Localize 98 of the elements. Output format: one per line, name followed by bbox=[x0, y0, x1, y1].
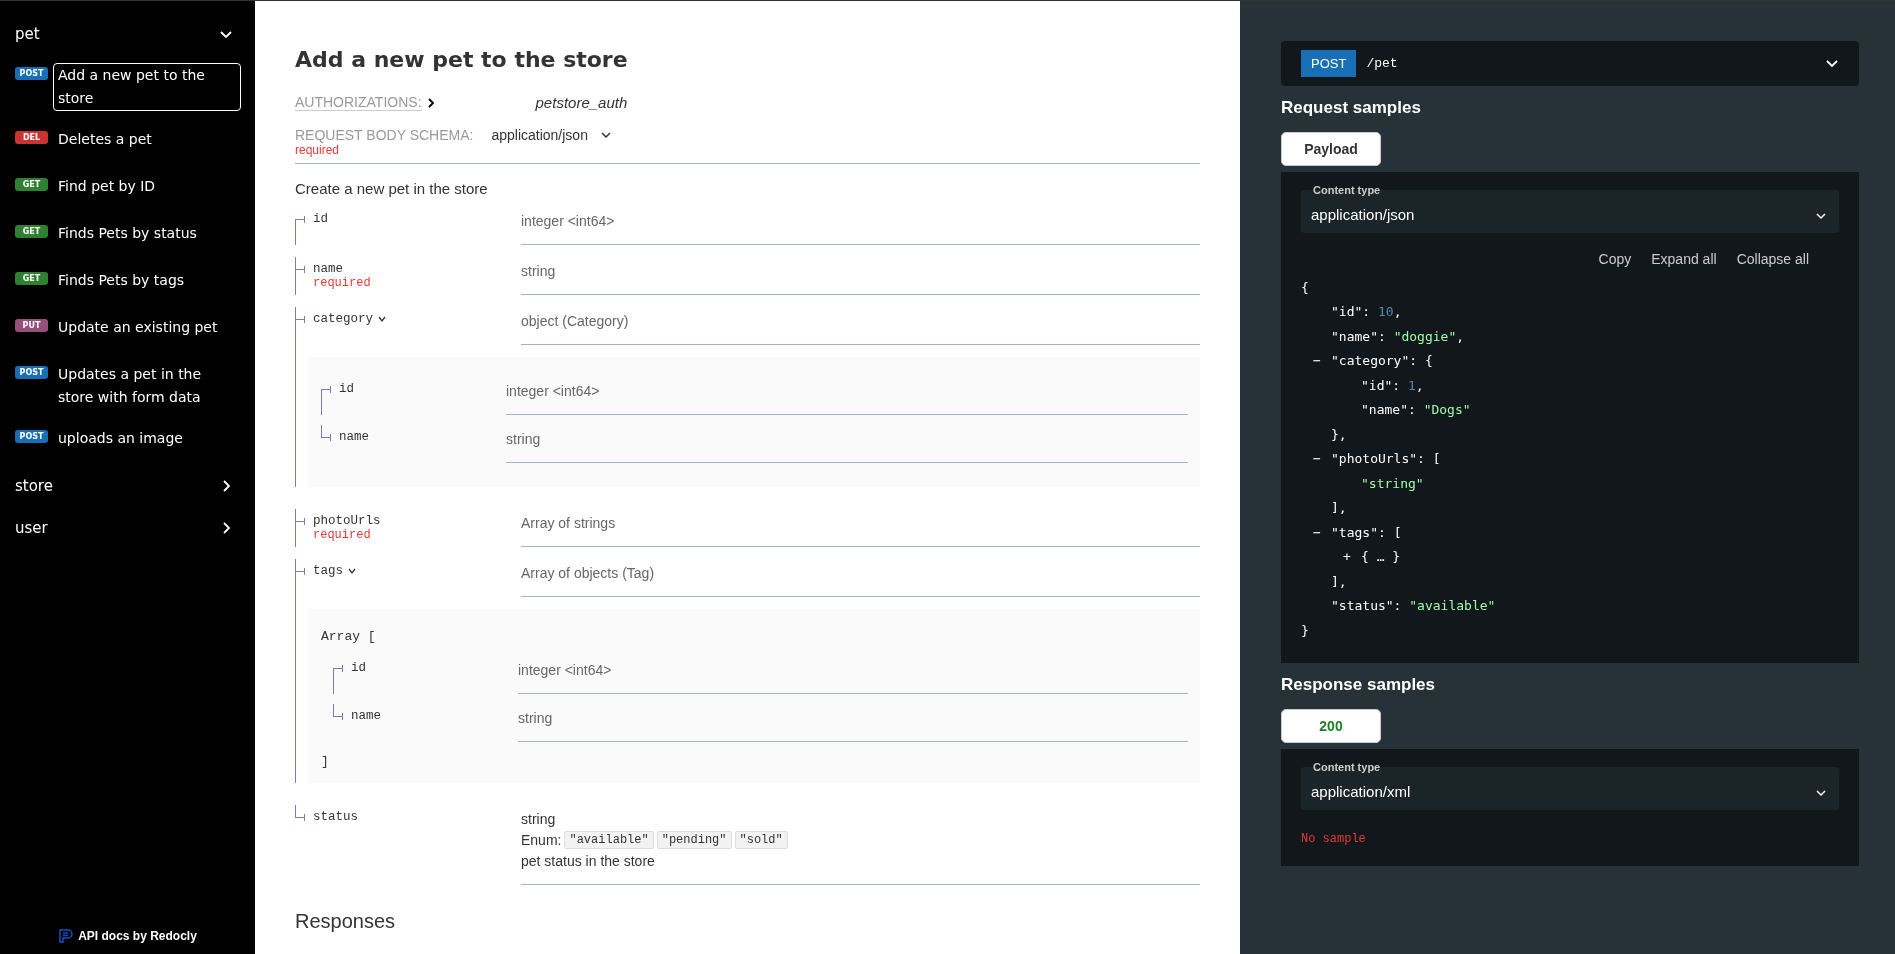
property-description: pet status in the store bbox=[521, 853, 656, 869]
collapse-toggle[interactable]: + bbox=[1343, 549, 1361, 565]
method-badge: POST bbox=[15, 67, 48, 80]
required-label: required bbox=[313, 276, 372, 290]
section-heading: Response samples bbox=[1281, 674, 1436, 695]
enum-value: "pending" bbox=[656, 831, 732, 849]
method-badge: GET bbox=[15, 272, 48, 285]
property-type: string bbox=[521, 263, 557, 279]
enum-value: "sold" bbox=[734, 831, 788, 849]
code-line: "tags": [ bbox=[1331, 524, 1402, 540]
property-type: integer <int64> bbox=[518, 662, 613, 678]
method-badge: GET bbox=[15, 178, 48, 191]
code-line: "name": "Dogs" bbox=[1361, 402, 1471, 418]
code-line: "id": 10, bbox=[1331, 304, 1402, 320]
code-line: ], bbox=[1331, 500, 1347, 516]
response-code-tab[interactable]: 200 bbox=[1281, 708, 1381, 743]
section-heading: Request samples bbox=[1281, 98, 1422, 118]
menu-item[interactable]: Finds Pets by status bbox=[53, 221, 241, 246]
property-type: Array of objects (Tag) bbox=[521, 565, 656, 581]
group-label: user bbox=[15, 519, 48, 537]
select-value: application/json bbox=[1311, 206, 1416, 223]
menu-item[interactable]: uploads an image bbox=[53, 426, 241, 451]
chevron-icon bbox=[1815, 212, 1827, 220]
collapse-toggle[interactable]: − bbox=[1313, 451, 1331, 467]
chevron-icon[interactable] bbox=[377, 314, 387, 324]
property-name: category bbox=[313, 312, 373, 326]
collapse-toggle[interactable]: − bbox=[1313, 353, 1331, 369]
chevron-icon[interactable] bbox=[347, 566, 357, 576]
chevron-icon bbox=[1815, 788, 1827, 797]
property-name: name bbox=[339, 430, 370, 444]
code-line: }, bbox=[1331, 426, 1347, 442]
menu-item[interactable]: Deletes a pet bbox=[53, 127, 241, 152]
code-line: ], bbox=[1331, 573, 1347, 589]
menu-item[interactable]: Finds Pets by tags bbox=[53, 268, 241, 293]
code-action-link[interactable]: Copy bbox=[1598, 251, 1632, 267]
code-line: "status": "available" bbox=[1331, 598, 1496, 614]
required-label: required bbox=[313, 528, 372, 542]
required-label: required bbox=[295, 143, 341, 157]
code-line: { … } bbox=[1361, 549, 1401, 565]
property-type: Array of strings bbox=[521, 515, 617, 531]
empty-sample-message: No sample bbox=[1301, 831, 1367, 846]
property-name: photoUrls bbox=[313, 514, 381, 528]
property-type: string bbox=[506, 431, 542, 447]
select-value: application/xml bbox=[1311, 782, 1412, 800]
property-name: name bbox=[313, 262, 343, 276]
group-label: pet bbox=[15, 25, 40, 43]
group-label: store bbox=[15, 477, 53, 495]
code-line: "photoUrls": [ bbox=[1331, 451, 1441, 467]
property-name: status bbox=[313, 810, 358, 824]
enum-label: Enum: bbox=[521, 832, 562, 848]
endpoint-bar[interactable]: POST /pet bbox=[1281, 41, 1859, 86]
property-name: id bbox=[313, 212, 328, 226]
schema-label: REQUEST BODY SCHEMA: bbox=[295, 127, 474, 143]
endpoint-path: /pet bbox=[1366, 56, 1398, 71]
property-type: integer <int64> bbox=[506, 383, 601, 399]
chevron-icon bbox=[425, 96, 436, 109]
code-line: "id": 1, bbox=[1361, 377, 1424, 393]
menu-item[interactable]: Find pet by ID bbox=[53, 174, 241, 199]
property-type: string bbox=[518, 710, 554, 726]
property-name: name bbox=[351, 709, 382, 723]
schema-description: Create a new pet in the store bbox=[295, 180, 489, 197]
code-line: "string" bbox=[1361, 475, 1424, 491]
menu-item[interactable]: Update an existing pet bbox=[53, 315, 241, 340]
code-action-link[interactable]: Expand all bbox=[1651, 251, 1717, 267]
chevron-icon bbox=[1825, 58, 1839, 69]
menu-group[interactable]: user bbox=[0, 507, 255, 549]
method-badge: GET bbox=[15, 225, 48, 238]
code-line: "name": "doggie", bbox=[1331, 328, 1465, 344]
menu-item[interactable]: Updates a pet in the store with form data bbox=[53, 362, 241, 410]
property-name: id bbox=[351, 661, 367, 675]
property-type: integer <int64> bbox=[521, 213, 616, 229]
code-action-link[interactable]: Collapse all bbox=[1736, 251, 1809, 267]
chevron-icon bbox=[599, 131, 612, 139]
property-name: tags bbox=[313, 564, 343, 578]
array-bracket: Array [ bbox=[321, 629, 377, 644]
auth-scheme: petstore_auth bbox=[535, 94, 628, 111]
method-badge: PUT bbox=[15, 319, 48, 332]
code-line: } bbox=[1301, 622, 1309, 638]
collapse-toggle[interactable]: − bbox=[1313, 524, 1331, 540]
sample-tab[interactable]: Payload bbox=[1281, 132, 1381, 166]
code-line: { bbox=[1301, 279, 1309, 295]
menu-group[interactable]: store bbox=[0, 465, 255, 507]
enum-value: "available" bbox=[564, 831, 654, 849]
method-badge: POST bbox=[15, 430, 48, 443]
operation-title: Add a new pet to the store bbox=[295, 47, 629, 72]
property-name: id bbox=[339, 382, 355, 396]
menu-group[interactable]: pet bbox=[0, 13, 255, 55]
method-badge: POST bbox=[15, 366, 48, 379]
array-bracket: ] bbox=[321, 754, 330, 769]
property-type: object (Category) bbox=[521, 313, 630, 329]
method-badge: DEL bbox=[15, 131, 48, 144]
footer-link[interactable]: API docs by Redocly bbox=[78, 929, 197, 943]
section-heading: Responses bbox=[295, 909, 397, 933]
property-type: string bbox=[521, 811, 557, 827]
content-type-select[interactable]: application/json bbox=[491, 127, 612, 143]
method-badge: POST bbox=[1301, 50, 1357, 77]
menu-item[interactable]: Add a new pet to the store bbox=[53, 63, 241, 111]
code-line: "category": { bbox=[1331, 353, 1433, 369]
